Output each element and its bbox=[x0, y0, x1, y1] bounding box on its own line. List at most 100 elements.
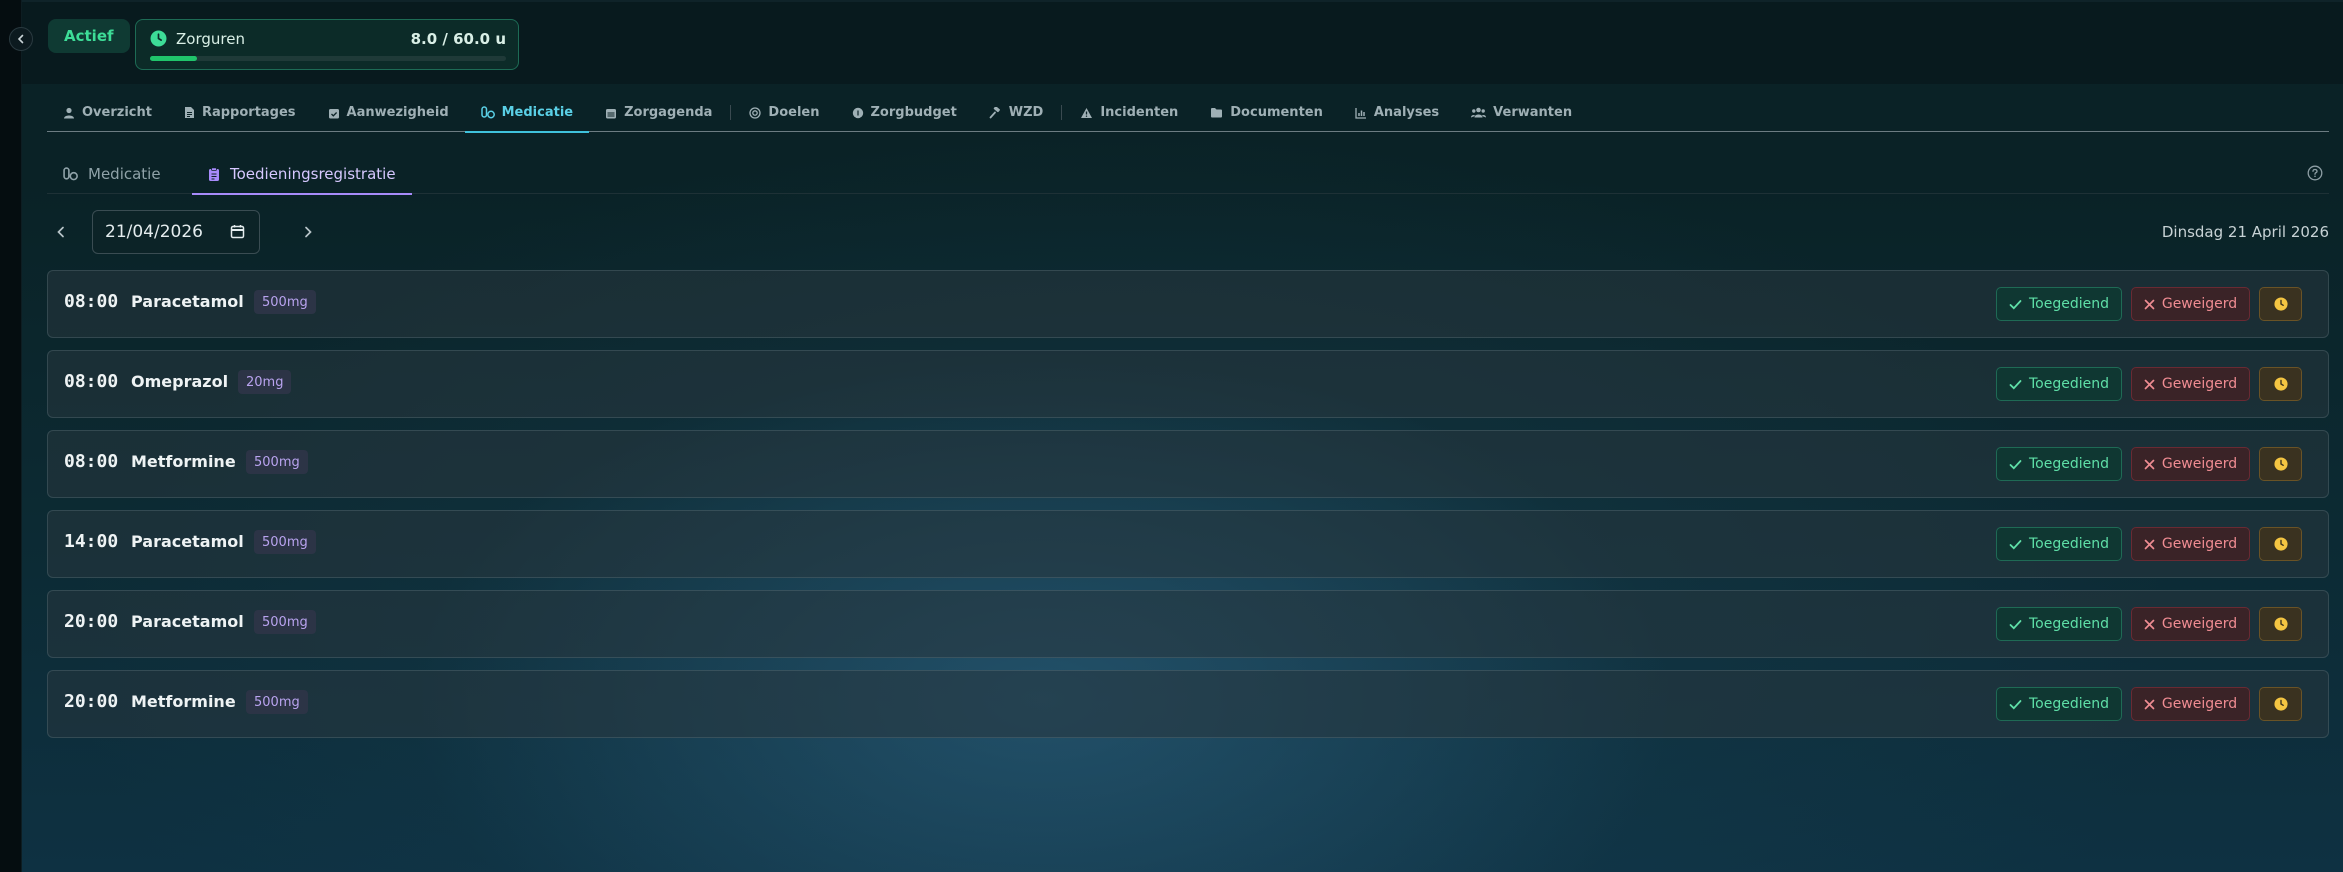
coin-icon bbox=[852, 107, 863, 118]
refused-button[interactable]: Geweigerd bbox=[2131, 607, 2250, 641]
care-hours-value: 8.0 / 60.0 u bbox=[410, 30, 506, 48]
tab-rapportages[interactable]: Rapportages bbox=[168, 94, 312, 131]
dose-time: 08:00 bbox=[64, 371, 119, 392]
refused-label: Geweigerd bbox=[2161, 296, 2238, 312]
tab-analyses[interactable]: Analyses bbox=[1339, 94, 1455, 131]
subtab-medicatie[interactable]: Medicatie bbox=[47, 154, 177, 194]
care-hours-card: Zorguren 8.0 / 60.0 u bbox=[135, 19, 519, 70]
tab-label: Verwanten bbox=[1493, 105, 1573, 120]
care-hours-progress-fill bbox=[150, 56, 198, 61]
administered-label: Toegediend bbox=[2028, 296, 2109, 312]
refused-label: Geweigerd bbox=[2161, 376, 2238, 392]
chevron-left-icon bbox=[17, 34, 24, 44]
next-day-button[interactable] bbox=[296, 220, 320, 244]
check-icon bbox=[2009, 539, 2022, 549]
administered-label: Toegediend bbox=[2028, 536, 2109, 552]
check-icon bbox=[2009, 299, 2022, 309]
calendar-check-icon bbox=[328, 108, 339, 118]
tab-verwanten[interactable]: Verwanten bbox=[1455, 94, 1588, 131]
tab-label: Incidenten bbox=[1100, 105, 1179, 120]
medication-name: Paracetamol bbox=[131, 292, 244, 311]
refused-button[interactable]: Geweigerd bbox=[2131, 287, 2250, 321]
refused-label: Geweigerd bbox=[2161, 536, 2238, 552]
collapse-sidebar-button[interactable] bbox=[9, 27, 33, 51]
postpone-button[interactable] bbox=[2259, 287, 2302, 321]
tab-label: Overzicht bbox=[82, 105, 152, 120]
dose-row: 08:00 Metformine 500mg Toegediend Geweig… bbox=[47, 430, 2329, 498]
refused-button[interactable]: Geweigerd bbox=[2131, 687, 2250, 721]
dose-row: 14:00 Paracetamol 500mg Toegediend Gewei… bbox=[47, 510, 2329, 578]
clock-icon bbox=[2273, 537, 2288, 551]
medication-name: Omeprazol bbox=[131, 372, 229, 391]
tab-medicatie[interactable]: Medicatie bbox=[464, 94, 590, 133]
subtab-toedieningsregistratie[interactable]: Toedieningsregistratie bbox=[192, 154, 412, 195]
refused-button[interactable]: Geweigerd bbox=[2131, 527, 2250, 561]
tab-incidenten[interactable]: Incidenten bbox=[1064, 94, 1194, 131]
dose-badge: 500mg bbox=[254, 290, 316, 314]
refused-label: Geweigerd bbox=[2161, 696, 2238, 712]
dose-badge: 500mg bbox=[246, 690, 308, 714]
day-label: Dinsdag 21 April 2026 bbox=[2161, 223, 2329, 241]
administered-button[interactable]: Toegediend bbox=[1996, 687, 2122, 721]
chart-icon bbox=[1355, 107, 1366, 119]
tab-aanwezigheid[interactable]: Aanwezigheid bbox=[312, 94, 465, 131]
postpone-button[interactable] bbox=[2259, 607, 2302, 641]
tab-documenten[interactable]: Documenten bbox=[1194, 94, 1339, 131]
check-icon bbox=[2009, 699, 2022, 709]
administered-button[interactable]: Toegediend bbox=[1996, 447, 2122, 481]
administered-button[interactable]: Toegediend bbox=[1996, 527, 2122, 561]
tab-label: Zorgagenda bbox=[624, 105, 713, 120]
left-rail bbox=[0, 0, 22, 872]
previous-day-button[interactable] bbox=[49, 220, 73, 244]
administered-button[interactable]: Toegediend bbox=[1996, 287, 2122, 321]
tab-zorgagenda[interactable]: Zorgagenda bbox=[589, 94, 728, 131]
pills-icon bbox=[63, 167, 78, 181]
dose-badge: 500mg bbox=[254, 530, 316, 554]
dose-time: 08:00 bbox=[64, 291, 119, 312]
client-header: Actief Zorguren 8.0 / 60.0 u bbox=[22, 0, 2343, 84]
tab-overzicht[interactable]: Overzicht bbox=[47, 94, 168, 131]
care-hours-progress bbox=[150, 56, 506, 61]
refused-button[interactable]: Geweigerd bbox=[2131, 447, 2250, 481]
calendar-icon[interactable] bbox=[230, 224, 245, 239]
tab-label: Medicatie bbox=[501, 105, 574, 120]
gavel-icon bbox=[989, 106, 1000, 118]
close-icon bbox=[2144, 379, 2155, 389]
administered-button[interactable]: Toegediend bbox=[1996, 607, 2122, 641]
tab-zorgbudget[interactable]: Zorgbudget bbox=[836, 94, 973, 131]
close-icon bbox=[2144, 539, 2155, 549]
status-badge: Actief bbox=[48, 19, 130, 53]
check-icon bbox=[2009, 379, 2022, 389]
close-icon bbox=[2144, 619, 2155, 629]
tab-label: Documenten bbox=[1230, 105, 1323, 120]
folder-icon bbox=[1211, 108, 1223, 118]
clipboard-icon bbox=[209, 166, 219, 181]
medication-name: Paracetamol bbox=[131, 612, 244, 631]
care-hours-title: Zorguren bbox=[176, 30, 245, 48]
postpone-button[interactable] bbox=[2259, 447, 2302, 481]
tab-label: WZD bbox=[1008, 105, 1044, 120]
users-icon bbox=[1471, 107, 1487, 118]
refused-button[interactable]: Geweigerd bbox=[2131, 367, 2250, 401]
tab-label: Aanwezigheid bbox=[346, 105, 449, 120]
medication-name: Metformine bbox=[131, 452, 236, 471]
administered-label: Toegediend bbox=[2028, 616, 2109, 632]
refused-label: Geweigerd bbox=[2161, 456, 2238, 472]
tab-label: Zorgbudget bbox=[870, 105, 957, 120]
tab-label: Doelen bbox=[768, 105, 820, 120]
tab-doelen[interactable]: Doelen bbox=[733, 94, 835, 131]
postpone-button[interactable] bbox=[2259, 687, 2302, 721]
administered-label: Toegediend bbox=[2028, 376, 2109, 392]
help-icon[interactable] bbox=[2307, 165, 2323, 181]
clock-icon bbox=[2273, 617, 2288, 631]
clock-icon bbox=[2273, 377, 2288, 391]
tab-wzd[interactable]: WZD bbox=[973, 94, 1060, 131]
dose-row: 20:00 Metformine 500mg Toegediend Geweig… bbox=[47, 670, 2329, 738]
postpone-button[interactable] bbox=[2259, 367, 2302, 401]
tab-label: Analyses bbox=[1373, 105, 1440, 120]
postpone-button[interactable] bbox=[2259, 527, 2302, 561]
check-icon bbox=[2009, 459, 2022, 469]
administered-button[interactable]: Toegediend bbox=[1996, 367, 2122, 401]
medication-name: Metformine bbox=[131, 692, 236, 711]
dose-row: 08:00 Paracetamol 500mg Toegediend Gewei… bbox=[47, 270, 2329, 338]
